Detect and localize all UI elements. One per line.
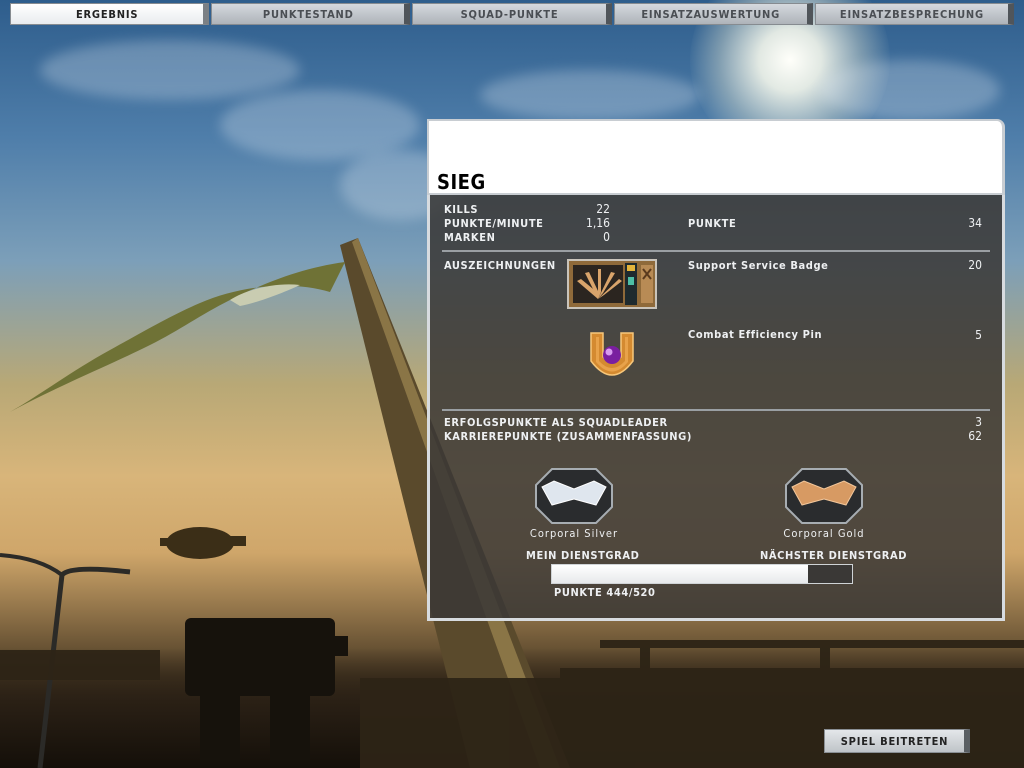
rank-next-caption: NÄCHSTER DIENSTGRAD (760, 549, 908, 562)
result-panel: KILLS 22 PUNKTE/MINUTE 1,16 MARKEN 0 PUN… (427, 195, 1005, 621)
divider (442, 250, 990, 252)
summary-value-squadleader-points: 3 (975, 415, 982, 429)
points-value: 34 (968, 216, 982, 230)
stat-value-marken: 0 (603, 230, 610, 244)
badge-icon (567, 259, 657, 309)
rank-corporal-silver-icon (534, 467, 614, 525)
tab-ergebnis[interactable]: ERGEBNIS (10, 3, 210, 25)
rank-progress-fill (552, 565, 809, 583)
stat-label-points-per-minute: PUNKTE/MINUTE (444, 217, 544, 230)
join-game-button[interactable]: SPIEL BEITRETEN (824, 729, 970, 753)
summary-label-squadleader-points: ERFOLGSPUNKTE ALS SQUADLEADER (444, 416, 668, 429)
rank-corporal-gold-icon (784, 467, 864, 525)
rank-next-name: Corporal Gold (783, 527, 865, 540)
stat-label-marken: MARKEN (444, 231, 496, 244)
summary-label-career-points: KARRIEREPUNKTE (ZUSAMMENFASSUNG) (444, 430, 692, 443)
award-value-combat-efficiency-pin: 5 (975, 328, 982, 342)
awards-label: AUSZEICHNUNGEN (444, 259, 556, 272)
tab-bar: ERGEBNIS PUNKTESTAND SQUAD-PUNKTE EINSAT… (10, 3, 1016, 27)
stat-label-kills: KILLS (444, 203, 479, 216)
points-label: PUNKTE (688, 217, 737, 230)
rank-current-caption: MEIN DIENSTGRAD (526, 549, 640, 562)
pin-icon (587, 331, 637, 389)
result-header: SIEG (427, 119, 1005, 195)
rank-progress-bar (551, 564, 853, 584)
divider (442, 409, 990, 411)
tab-punktestand[interactable]: PUNKTESTAND (211, 3, 411, 25)
tab-squad-punkte[interactable]: SQUAD-PUNKTE (412, 3, 612, 25)
award-name-combat-efficiency-pin: Combat Efficiency Pin (688, 328, 823, 341)
tab-einsatzbesprechung[interactable]: EINSATZBESPRECHUNG (814, 3, 1015, 25)
rank-current-name: Corporal Silver (529, 527, 619, 540)
result-title: SIEG (437, 170, 486, 194)
rank-progress-text: PUNKTE 444/520 (554, 586, 656, 599)
summary-value-career-points: 62 (968, 429, 982, 443)
award-name-support-service-badge: Support Service Badge (688, 259, 829, 272)
stat-value-kills: 22 (596, 202, 610, 216)
stat-value-points-per-minute: 1,16 (585, 216, 610, 230)
award-value-support-service-badge: 20 (968, 258, 982, 272)
tab-einsatzauswertung[interactable]: EINSATZAUSWERTUNG (613, 3, 813, 25)
